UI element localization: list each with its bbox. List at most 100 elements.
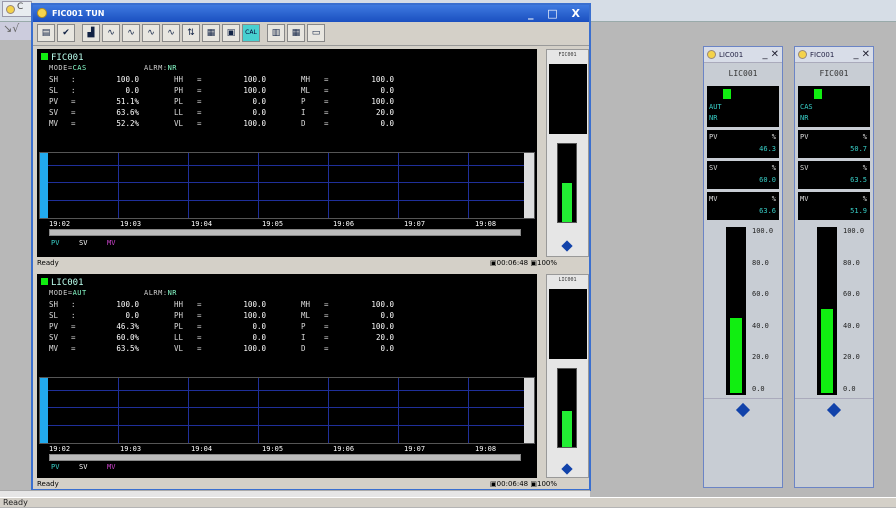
app-toolstrip: ↘√: [0, 22, 32, 40]
parameter-value[interactable]: 100.0: [226, 311, 266, 320]
edit-icon[interactable]: ▣: [222, 24, 240, 42]
parameter-value[interactable]: 0.0: [354, 344, 394, 353]
parameter-value[interactable]: 46.3%: [99, 322, 139, 331]
legend-item[interactable]: MV: [107, 239, 115, 247]
parameter-value[interactable]: 20.0: [354, 333, 394, 342]
faceplate-icon[interactable]: ▦: [202, 24, 220, 42]
diamond-icon[interactable]: [561, 463, 573, 475]
scale-label: 40.0: [843, 321, 860, 330]
faceplate2-icon[interactable]: ▦: [287, 24, 305, 42]
parameter-value[interactable]: 0.0: [226, 108, 266, 117]
parameter-label: ML: [301, 86, 311, 95]
alarm-value: NR: [167, 289, 178, 297]
grid-vline: [327, 378, 329, 443]
legend-item[interactable]: SV: [79, 239, 87, 247]
parameter-value[interactable]: 0.0: [99, 86, 139, 95]
parameter-value[interactable]: 0.0: [226, 322, 266, 331]
wave4-icon[interactable]: ∿: [162, 24, 180, 42]
window-title: FIC001 TUN: [52, 9, 105, 18]
mode-box[interactable]: CAS NR: [798, 86, 870, 127]
horizontal-scrollbar[interactable]: [0, 490, 590, 497]
parameter-value[interactable]: 0.0: [354, 311, 394, 320]
parameter-value[interactable]: 100.0: [226, 75, 266, 84]
legend-item[interactable]: PV: [51, 239, 59, 247]
mini-bar-fill: [562, 183, 572, 222]
sv-box[interactable]: SV% 60.0: [707, 161, 779, 189]
diamond-icon[interactable]: [735, 402, 751, 418]
panel-status: Ready ▣00:06:48 ▣100%: [37, 480, 557, 488]
diamond-icon[interactable]: [826, 402, 842, 418]
close-icon[interactable]: _ ✕: [853, 47, 870, 63]
trend-grid: [48, 378, 524, 443]
parameter-value[interactable]: 100.0: [226, 344, 266, 353]
trend-icon[interactable]: ▟: [82, 24, 100, 42]
wave3-icon[interactable]: ∿: [142, 24, 160, 42]
parameter-value[interactable]: 100.0: [226, 86, 266, 95]
print-icon[interactable]: ▤: [37, 24, 55, 42]
scale-label: 0.0: [843, 384, 856, 393]
parameter-label: HH: [174, 300, 184, 309]
parameter-value[interactable]: 100.0: [354, 75, 394, 84]
close-icon[interactable]: _ ✕: [762, 47, 779, 63]
mv-box[interactable]: MV% 63.6: [707, 192, 779, 220]
status-square-icon: [41, 278, 48, 285]
mini-faceplate-lic001[interactable]: LIC001: [546, 274, 589, 478]
sv-box[interactable]: SV% 63.5: [798, 161, 870, 189]
mode-line: MODE=CAS ALRM:NR: [49, 64, 178, 72]
parameter-row: PV = 51.1% PL = 0.0 P = 100.0: [49, 97, 469, 108]
parameter-label: SV: [49, 333, 59, 342]
mini-bar: [557, 143, 577, 223]
parameter-value[interactable]: 51.1%: [99, 97, 139, 106]
faceplate-titlebar[interactable]: FIC001 _ ✕: [795, 47, 873, 63]
check-icon[interactable]: ✔: [57, 24, 75, 42]
trend-hscroll[interactable]: [49, 454, 521, 461]
legend-item[interactable]: SV: [79, 463, 87, 471]
parameter-value[interactable]: 0.0: [99, 311, 139, 320]
mini-faceplate-fic001[interactable]: FIC001: [546, 49, 589, 257]
parameter-value[interactable]: 100.0: [354, 322, 394, 331]
time-label: 19:02: [49, 445, 71, 453]
parameter-value[interactable]: 100.0: [226, 300, 266, 309]
grid-hline: [48, 164, 524, 166]
parameter-value[interactable]: 63.6%: [99, 108, 139, 117]
parameter-value[interactable]: 100.0: [99, 300, 139, 309]
tune-icon[interactable]: ⇅: [182, 24, 200, 42]
parameter-label: P: [301, 322, 306, 331]
parameter-value[interactable]: 20.0: [354, 108, 394, 117]
trend-hscroll[interactable]: [49, 229, 521, 236]
status-square-icon: [814, 89, 822, 99]
parameter-value[interactable]: 100.0: [354, 300, 394, 309]
mode-box[interactable]: AUT NR: [707, 86, 779, 127]
mv-box[interactable]: MV% 51.9: [798, 192, 870, 220]
window-titlebar[interactable]: FIC001 TUN _ □ X: [33, 5, 589, 22]
window-controls[interactable]: _ □ X: [528, 5, 585, 22]
save-icon[interactable]: ▭: [307, 24, 325, 42]
faceplate-fic001: FIC001 _ ✕ FIC001 CAS NR PV% 50.7 SV% 63.5 M…: [794, 46, 874, 488]
grid-hline: [48, 199, 524, 201]
faceplate-titlebar[interactable]: LIC001 _ ✕: [704, 47, 782, 63]
status-square-icon: [41, 53, 48, 60]
parameter-value[interactable]: 0.0: [226, 333, 266, 342]
parameter-value[interactable]: 0.0: [354, 119, 394, 128]
wave2-icon[interactable]: ∿: [122, 24, 140, 42]
wave-icon[interactable]: ∿: [102, 24, 120, 42]
parameter-value[interactable]: 0.0: [226, 97, 266, 106]
parameter-value[interactable]: 100.0: [99, 75, 139, 84]
trend-vscroll[interactable]: [524, 153, 534, 218]
tuning-panel-fic001: FIC001 MODE=CAS ALRM:NR SH: 100.0 HH = 100.0…: [37, 49, 537, 257]
app-statusbar: Ready: [0, 497, 896, 507]
trend-area: [39, 377, 535, 444]
legend-item[interactable]: MV: [107, 463, 115, 471]
diamond-icon[interactable]: [561, 240, 573, 252]
trend-vscroll[interactable]: [524, 378, 534, 443]
parameter-value[interactable]: 60.0%: [99, 333, 139, 342]
parameter-value[interactable]: 52.2%: [99, 119, 139, 128]
bars-icon[interactable]: ▥: [267, 24, 285, 42]
legend-item[interactable]: PV: [51, 463, 59, 471]
parameter-value[interactable]: 100.0: [354, 97, 394, 106]
parameter-value[interactable]: 63.5%: [99, 344, 139, 353]
parameter-value[interactable]: 0.0: [354, 86, 394, 95]
parameter-value[interactable]: 100.0: [226, 119, 266, 128]
app-tab[interactable]: C: [2, 1, 32, 17]
cal-icon[interactable]: CAL: [242, 24, 260, 42]
